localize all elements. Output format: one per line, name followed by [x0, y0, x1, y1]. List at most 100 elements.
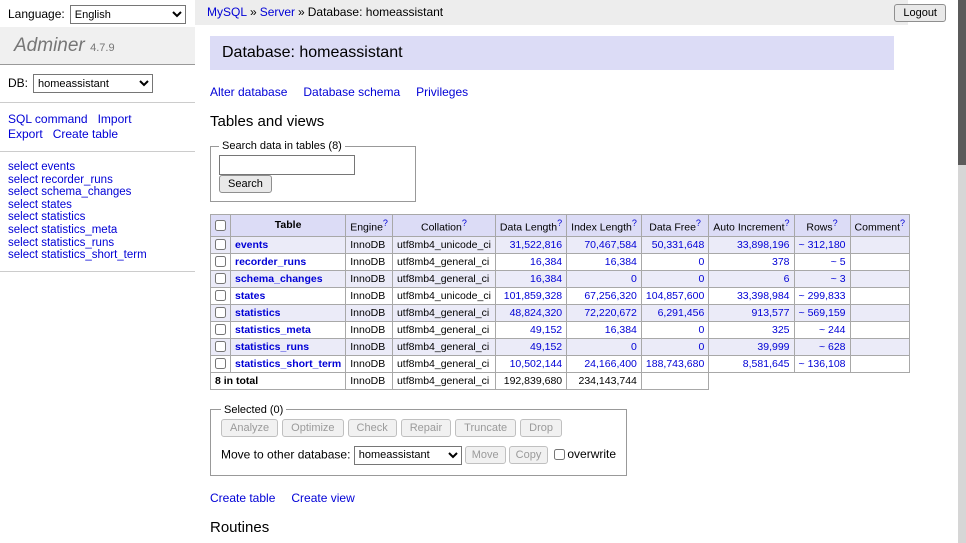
table-name-link[interactable]: recorder_runs: [235, 256, 306, 268]
row-checkbox[interactable]: [215, 358, 226, 369]
table-name-link[interactable]: statistics_runs: [235, 341, 309, 353]
data-length-link[interactable]: 101,859,328: [504, 290, 562, 302]
rows-link[interactable]: ~ 244: [819, 324, 846, 336]
db-select[interactable]: homeassistant: [33, 74, 153, 93]
db-nav-link[interactable]: Database schema: [303, 85, 400, 99]
index-length-link[interactable]: 0: [631, 341, 637, 353]
auto-increment-link[interactable]: 6: [784, 273, 790, 285]
create-link[interactable]: Create table: [210, 491, 275, 505]
rows-link[interactable]: ~ 299,833: [799, 290, 846, 302]
data-length-link[interactable]: 49,152: [530, 324, 562, 336]
rows-link[interactable]: ~ 312,180: [799, 239, 846, 251]
index-length-link[interactable]: 24,166,400: [584, 358, 637, 370]
data-free-link[interactable]: 0: [698, 256, 704, 268]
auto-increment-link[interactable]: 33,898,196: [737, 239, 790, 251]
rows-link[interactable]: ~ 628: [819, 341, 846, 353]
row-checkbox[interactable]: [215, 324, 226, 335]
index-length-link[interactable]: 67,256,320: [584, 290, 637, 302]
search-button[interactable]: Search: [219, 175, 272, 193]
row-checkbox[interactable]: [215, 290, 226, 301]
language-select[interactable]: English: [70, 5, 186, 24]
sidebar-select-link[interactable]: select events: [8, 161, 187, 174]
move-button[interactable]: Move: [465, 446, 506, 464]
index-length-link[interactable]: 72,220,672: [584, 307, 637, 319]
scrollbar[interactable]: [958, 0, 966, 543]
table-name-link[interactable]: schema_changes: [235, 273, 323, 285]
index-length-link[interactable]: 16,384: [605, 256, 637, 268]
index-length-link[interactable]: 16,384: [605, 324, 637, 336]
data-free-link[interactable]: 104,857,600: [646, 290, 704, 302]
column-help-link[interactable]: ?: [632, 218, 637, 228]
sidebar-action-link[interactable]: Create table: [53, 127, 118, 141]
move-db-select[interactable]: homeassistant: [354, 446, 462, 465]
table-name-link[interactable]: statistics_meta: [235, 324, 311, 336]
rows-link[interactable]: ~ 3: [831, 273, 846, 285]
overwrite-checkbox[interactable]: [554, 449, 565, 460]
scrollbar-thumb[interactable]: [958, 0, 966, 165]
db-nav-link[interactable]: Alter database: [210, 85, 287, 99]
data-length-link[interactable]: 16,384: [530, 273, 562, 285]
data-length-link[interactable]: 31,522,816: [510, 239, 563, 251]
auto-increment-link[interactable]: 913,577: [752, 307, 790, 319]
sidebar-select-link[interactable]: select states: [8, 199, 187, 212]
column-help-link[interactable]: ?: [696, 218, 701, 228]
sidebar-action-link[interactable]: Import: [98, 112, 132, 126]
sidebar-select-link[interactable]: select recorder_runs: [8, 174, 187, 187]
search-input[interactable]: [219, 155, 355, 175]
sidebar-select-link[interactable]: select statistics_runs: [8, 237, 187, 250]
data-free-link[interactable]: 0: [698, 341, 704, 353]
select-all-checkbox[interactable]: [215, 220, 226, 231]
selected-action-button[interactable]: Optimize: [282, 419, 343, 437]
table-name-link[interactable]: states: [235, 290, 265, 302]
row-checkbox[interactable]: [215, 256, 226, 267]
data-length-link[interactable]: 48,824,320: [510, 307, 563, 319]
row-checkbox[interactable]: [215, 273, 226, 284]
auto-increment-link[interactable]: 39,999: [757, 341, 789, 353]
auto-increment-link[interactable]: 33,398,984: [737, 290, 790, 302]
logout-button[interactable]: Logout: [894, 4, 946, 22]
sidebar-select-link[interactable]: select statistics: [8, 211, 187, 224]
sidebar-action-link[interactable]: Export: [8, 127, 43, 141]
data-length-link[interactable]: 16,384: [530, 256, 562, 268]
column-help-link[interactable]: ?: [785, 218, 790, 228]
column-help-link[interactable]: ?: [833, 218, 838, 228]
row-checkbox[interactable]: [215, 341, 226, 352]
auto-increment-link[interactable]: 325: [772, 324, 790, 336]
data-length-link[interactable]: 49,152: [530, 341, 562, 353]
table-name-link[interactable]: events: [235, 239, 268, 251]
db-nav-link[interactable]: Privileges: [416, 85, 468, 99]
copy-button[interactable]: Copy: [509, 446, 549, 464]
index-length-link[interactable]: 0: [631, 273, 637, 285]
selected-action-button[interactable]: Truncate: [455, 419, 516, 437]
table-name-link[interactable]: statistics: [235, 307, 281, 319]
sidebar-select-link[interactable]: select statistics_meta: [8, 224, 187, 237]
column-help-link[interactable]: ?: [900, 218, 905, 228]
rows-link[interactable]: ~ 5: [831, 256, 846, 268]
breadcrumb-server-link[interactable]: Server: [260, 5, 295, 19]
selected-action-button[interactable]: Analyze: [221, 419, 278, 437]
sidebar-action-link[interactable]: SQL command: [8, 112, 88, 126]
selected-action-button[interactable]: Check: [348, 419, 397, 437]
row-checkbox[interactable]: [215, 307, 226, 318]
data-free-link[interactable]: 188,743,680: [646, 358, 704, 370]
sidebar-select-link[interactable]: select statistics_short_term: [8, 249, 187, 262]
column-help-link[interactable]: ?: [557, 218, 562, 228]
selected-action-button[interactable]: Drop: [520, 419, 562, 437]
auto-increment-link[interactable]: 8,581,645: [743, 358, 790, 370]
table-name-link[interactable]: statistics_short_term: [235, 358, 341, 370]
auto-increment-link[interactable]: 378: [772, 256, 790, 268]
rows-link[interactable]: ~ 136,108: [799, 358, 846, 370]
data-free-link[interactable]: 50,331,648: [652, 239, 705, 251]
data-length-link[interactable]: 10,502,144: [510, 358, 563, 370]
create-link[interactable]: Create view: [291, 491, 354, 505]
index-length-link[interactable]: 70,467,584: [584, 239, 637, 251]
data-free-link[interactable]: 6,291,456: [658, 307, 705, 319]
column-help-link[interactable]: ?: [462, 218, 467, 228]
sidebar-select-link[interactable]: select schema_changes: [8, 186, 187, 199]
rows-link[interactable]: ~ 569,159: [799, 307, 846, 319]
data-free-link[interactable]: 0: [698, 324, 704, 336]
row-checkbox[interactable]: [215, 239, 226, 250]
column-help-link[interactable]: ?: [383, 218, 388, 228]
data-free-link[interactable]: 0: [698, 273, 704, 285]
breadcrumb-mysql-link[interactable]: MySQL: [207, 5, 247, 19]
